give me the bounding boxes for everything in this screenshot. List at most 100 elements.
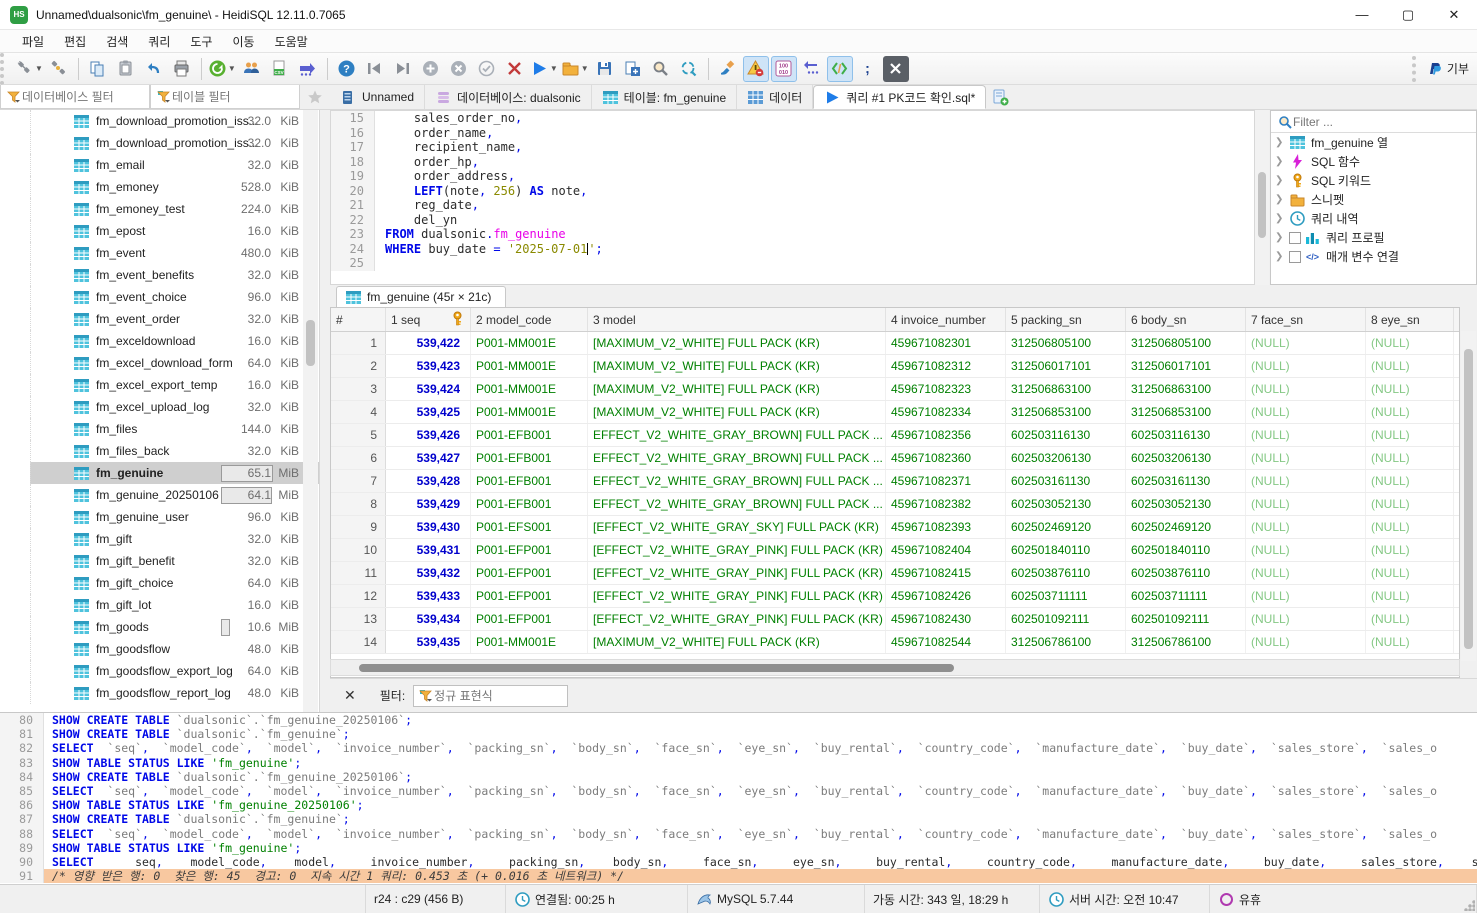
grid-row[interactable]: 5539,426P001-EFB001EFFECT_V2_WHITE_GRAY_… [331,424,1459,447]
sidebar-scrollbar[interactable] [303,110,318,712]
grid-row[interactable]: 11539,432P001-EFP001[EFFECT_V2_WHITE_GRA… [331,562,1459,585]
load-file-button[interactable]: ▼ [561,56,590,82]
grid-cell[interactable]: 459671082544 [886,631,1006,653]
grid-cell[interactable]: 459671082323 [886,378,1006,400]
column-header[interactable]: 6 body_sn [1126,308,1246,331]
tree-item-key[interactable]: ❯SQL 키워드 [1271,171,1476,190]
table-item[interactable]: fm_event_order32.0KiB [30,308,319,330]
grid-cell[interactable]: [EFFECT_V2_WHITE_GRAY_SKY] FULL PACK (KR… [588,516,886,538]
donate-button[interactable]: 기부 [1412,56,1469,82]
table-item[interactable]: fm_email32.0KiB [30,154,319,176]
grid-cell[interactable]: 459671082426 [886,585,1006,607]
grid-cell[interactable]: (NULL) [1246,631,1366,653]
sql-editor[interactable]: 15 sales_order_no,16 order_name,17 recip… [330,110,1255,285]
grid-cell[interactable]: 8 [331,493,386,515]
table-item[interactable]: fm_epost16.0KiB [30,220,319,242]
grid-row[interactable]: 4539,425P001-MM001E[MAXIMUM_V2_WHITE] FU… [331,401,1459,424]
grid-cell[interactable]: [EFFECT_V2_WHITE_GRAY_PINK] FULL PACK (K… [588,585,886,607]
grid-cell[interactable]: (NULL) [1246,447,1366,469]
grid-cell[interactable]: (NULL) [1366,332,1454,354]
grid-cell[interactable]: EFFECT_V2_WHITE_GRAY_BROWN] FULL PACK ..… [588,424,886,446]
grid-row[interactable]: 2539,423P001-MM001E[MAXIMUM_V2_WHITE] FU… [331,355,1459,378]
table-item[interactable]: fm_gift_benefit32.0KiB [30,550,319,572]
cancel-edit-button[interactable] [502,56,528,82]
autocomplete-filter-box[interactable] [1271,111,1476,133]
table-item[interactable]: fm_exceldownload16.0KiB [30,330,319,352]
grid-cell[interactable]: 10 [331,539,386,561]
minimize-button[interactable]: — [1339,0,1385,30]
query-params-button[interactable] [827,56,853,82]
grid-cell[interactable]: 4 [331,401,386,423]
result-grid-tab[interactable]: fm_genuine (45r × 21c) [336,286,506,307]
grid-cell[interactable]: EFFECT_V2_WHITE_GRAY_BROWN] FULL PACK ..… [588,447,886,469]
table-item[interactable]: fm_genuine_2025010664.1MiB [30,484,319,506]
table-item[interactable]: fm_gift_choice64.0KiB [30,572,319,594]
grid-cell[interactable]: 5 [331,424,386,446]
close-query-tab-button[interactable] [883,56,909,82]
grid-cell[interactable]: (NULL) [1246,470,1366,492]
column-header[interactable]: 4 invoice_number [886,308,1006,331]
save-snippet-button[interactable] [620,56,646,82]
print-button[interactable] [169,56,195,82]
grid-row[interactable]: 9539,430P001-EFS001[EFFECT_V2_WHITE_GRAY… [331,516,1459,539]
editor-line[interactable]: 19 order_address, [331,169,1254,184]
grid-cell[interactable]: 602503052130 [1006,493,1126,515]
editor-line[interactable]: 21 reg_date, [331,198,1254,213]
grid-cell[interactable]: [MAXIMUM_V2_WHITE] FULL PACK (KR) [588,378,886,400]
disconnect-button[interactable] [46,56,72,82]
binary-literals-button[interactable]: 100010 [771,56,797,82]
grid-cell[interactable]: 539,423 [386,355,471,377]
syntax-error-button[interactable] [743,56,769,82]
grid-row[interactable]: 8539,429P001-EFB001EFFECT_V2_WHITE_GRAY_… [331,493,1459,516]
grid-cell[interactable]: 459671082301 [886,332,1006,354]
grid-cell[interactable]: P001-EFP001 [471,539,588,561]
table-item[interactable]: fm_excel_download_form64.0KiB [30,352,319,374]
grid-vertical-scrollbar[interactable] [1461,331,1476,661]
grid-cell[interactable]: 602503161130 [1006,470,1126,492]
favorites-star-icon[interactable] [300,85,330,109]
grid-cell[interactable]: 459671082312 [886,355,1006,377]
grid-row[interactable]: 12539,433P001-EFP001[EFFECT_V2_WHITE_GRA… [331,585,1459,608]
editor-line[interactable]: 24WHERE buy_date = '2025-07-01'; [331,242,1254,257]
grid-cell[interactable]: 6 [331,447,386,469]
close-button[interactable]: ✕ [1431,0,1477,30]
grid-cell[interactable]: [EFFECT_V2_WHITE_GRAY_PINK] FULL PACK (K… [588,608,886,630]
table-item[interactable]: fm_emoney_test224.0KiB [30,198,319,220]
database-filter-box[interactable] [0,85,150,109]
grid-cell[interactable]: (NULL) [1366,539,1454,561]
grid-cell[interactable]: [MAXIMUM_V2_WHITE] FULL PACK (KR) [588,401,886,423]
table-item[interactable]: fm_goods10.6MiB [30,616,319,638]
grid-cell[interactable]: (NULL) [1366,493,1454,515]
autocomplete-filter-input[interactable] [1293,115,1453,129]
grid-cell[interactable]: P001-EFP001 [471,608,588,630]
grid-cell[interactable]: 602503206130 [1006,447,1126,469]
editor-line[interactable]: 17 recipient_name, [331,140,1254,155]
checkbox[interactable] [1289,232,1301,244]
grid-cell[interactable]: [MAXIMUM_V2_WHITE] FULL PACK (KR) [588,355,886,377]
grid-cell[interactable]: (NULL) [1246,608,1366,630]
grid-cell[interactable]: (NULL) [1366,562,1454,584]
grid-cell[interactable]: 14 [331,631,386,653]
tab-table[interactable]: 테이블: fm_genuine [592,85,738,109]
user-manager-button[interactable] [239,56,265,82]
column-header[interactable]: 8 eye_sn [1366,308,1454,331]
post-record-button[interactable] [474,56,500,82]
connect-button[interactable]: ▼ [15,56,44,82]
grid-cell[interactable]: (NULL) [1366,378,1454,400]
grid-cell[interactable]: 7 [331,470,386,492]
grid-row[interactable]: 3539,424P001-MM001E[MAXIMUM_V2_WHITE] FU… [331,378,1459,401]
maximize-button[interactable]: ▢ [1385,0,1431,30]
table-item[interactable]: fm_goodsflow48.0KiB [30,638,319,660]
tree-item-table[interactable]: ❯fm_genuine 열 [1271,133,1476,152]
table-item[interactable]: fm_download_promotion_iss...32.0KiB [30,132,319,154]
grid-cell[interactable]: P001-MM001E [471,378,588,400]
table-item[interactable]: fm_files_back32.0KiB [30,440,319,462]
grid-cell[interactable]: (NULL) [1246,355,1366,377]
column-header[interactable]: 5 packing_sn [1006,308,1126,331]
result-filter-input[interactable] [434,689,554,703]
table-item[interactable]: fm_genuine_user96.0KiB [30,506,319,528]
grid-cell[interactable]: 459671082382 [886,493,1006,515]
table-item[interactable]: fm_gift32.0KiB [30,528,319,550]
grid-cell[interactable]: (NULL) [1246,424,1366,446]
grid-cell[interactable]: (NULL) [1246,516,1366,538]
